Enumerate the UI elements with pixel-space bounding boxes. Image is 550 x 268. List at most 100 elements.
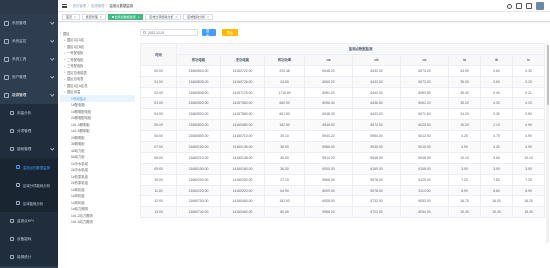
value-cell: 14157560.00: [220, 108, 265, 121]
close-icon[interactable]: ×: [207, 15, 209, 19]
value-cell: 36.30: [264, 162, 305, 175]
value-cell: 7.80: [480, 173, 513, 186]
value-cell: 3.30: [480, 141, 513, 153]
value-cell: 8.90: [448, 184, 481, 197]
value-cell: 14160722.00: [220, 64, 265, 77]
tags-view-bar: 首页 × 能源管理 × 监测点数据监测 × 区域分项能耗分析 × 区域能耗分析 ×: [58, 12, 550, 22]
sidebar-subitem[interactable]: 分项管理: [0, 122, 58, 140]
search-icon[interactable]: [507, 3, 512, 9]
value-cell: 3.90: [511, 141, 546, 153]
value-cell: 6432.00: [352, 64, 401, 77]
breadcrumb-item[interactable]: 能源管理: [91, 4, 105, 8]
value-cell: 0.60: [480, 64, 513, 77]
value-cell: 21660800.00: [176, 130, 221, 143]
value-cell: 6048.00: [400, 151, 449, 164]
value-cell: 15.20: [448, 119, 481, 132]
value-cell: 16.00: [480, 195, 513, 208]
tree-node-label: 园区测温: [67, 90, 81, 95]
sidebar-item-label: 分项管理: [17, 128, 32, 133]
chevron-down-icon: [49, 38, 54, 43]
value-cell: 1716.60: [264, 86, 305, 99]
tag-item[interactable]: 区域能耗分析 ×: [183, 13, 213, 20]
tree-node-label: 1#热泵机组: [71, 174, 88, 179]
sidebar-item[interactable]: 能源管理: [0, 86, 58, 104]
value-cell: 35.40: [448, 86, 481, 99]
fullscreen-icon[interactable]: [516, 3, 522, 9]
tag-item[interactable]: 区域分项能耗分析 ×: [145, 13, 182, 20]
font-size-icon[interactable]: [526, 3, 532, 9]
value-cell: 21660220.00: [176, 184, 221, 197]
close-icon[interactable]: ×: [138, 15, 140, 19]
sidebar-item-label: 监测点KPI: [17, 218, 34, 223]
table-row: 07:00 21660160.00 14160136.00 38.90 5986.00 5…: [140, 141, 546, 153]
menu-icon: [16, 165, 20, 169]
value-cell: 6150.00: [352, 162, 401, 175]
hamburger-icon[interactable]: [62, 3, 67, 8]
value-cell: 3.90: [511, 162, 546, 175]
value-cell: 3.90: [480, 162, 513, 175]
table-row: 09:00 21660150.00 14160160.00 36.30 6000.20 6…: [140, 162, 546, 175]
tag-item[interactable]: 首页 ×: [62, 13, 80, 20]
close-icon[interactable]: ×: [100, 15, 102, 19]
value-cell: 6436.50: [352, 97, 401, 110]
value-cell: 5986.00: [304, 141, 353, 153]
value-cell: 6062.20: [400, 97, 449, 110]
tree-node-label: 1#1-B照明柜: [71, 129, 90, 134]
sidebar-item-label: 设备能耗: [17, 236, 32, 241]
sidebar-subitem[interactable]: 能耗管理: [0, 140, 58, 158]
export-button[interactable]: 导出: [222, 29, 238, 36]
sidebar-item-label: 能源统计: [17, 254, 32, 259]
sidebar-subitem[interactable]: 用量分析: [0, 104, 58, 122]
column-header: uc: [400, 53, 449, 66]
table-row: 06:00 21660800.00 14160710.00 35.10 5940.20 5…: [140, 130, 546, 143]
breadcrumb-item[interactable]: 首页管理: [73, 4, 87, 8]
value-cell: 64.90: [264, 184, 305, 197]
value-cell: 21660200.00: [176, 173, 221, 186]
scrollbar-thumb[interactable]: [546, 45, 549, 105]
close-icon[interactable]: ×: [74, 15, 76, 19]
tag-item[interactable]: 能源管理 ×: [81, 13, 106, 20]
tag-label: 区域分项能耗分析: [149, 14, 174, 19]
search-button[interactable]: 搜索: [202, 29, 216, 38]
time-cell: 00:00: [140, 64, 177, 77]
value-cell: 5978.00: [352, 184, 401, 197]
table-row: 10:00 21660200.00 14160200.00 27.10 5966.00 5…: [140, 173, 546, 186]
table-scrollbar[interactable]: [546, 43, 549, 243]
sidebar-subitem[interactable]: 能源统计: [0, 248, 58, 266]
time-cell: 13:00: [140, 206, 177, 219]
menu-icon: [16, 201, 20, 205]
close-icon[interactable]: ×: [175, 15, 177, 19]
tree-node-label: 一号配电柜: [67, 51, 84, 56]
sidebar-item[interactable]: 系统监控: [0, 32, 58, 50]
value-cell: 5940.20: [304, 130, 353, 143]
sidebar-item[interactable]: 系统管理: [0, 14, 58, 32]
value-cell: 6048.20: [304, 64, 353, 77]
menu-icon: [10, 111, 14, 115]
time-cell: 05:00: [140, 119, 177, 132]
value-cell: 34.90: [448, 64, 481, 77]
sidebar-subitem[interactable]: 监测点KPI: [0, 212, 58, 230]
sidebar-leaf[interactable]: 区域能耗分析: [0, 194, 58, 212]
column-header: ub: [352, 53, 401, 66]
sidebar-leaf[interactable]: 区域分项能耗分析: [0, 176, 58, 194]
value-cell: 6108.00: [400, 162, 449, 175]
date-value: 2022-12-01: [148, 30, 165, 35]
date-picker[interactable]: 2022-12-01: [140, 29, 198, 36]
tree-node-label: 1号测温点: [71, 96, 87, 101]
sidebar-subitem[interactable]: 设备能耗: [0, 230, 58, 248]
value-cell: 14160200.00: [220, 173, 265, 186]
tag-item[interactable]: 监测点数据监测 ×: [107, 13, 144, 20]
sidebar-leaf[interactable]: 监测点的数据监测: [0, 158, 58, 176]
value-cell: 6071.60: [400, 108, 449, 121]
sidebar-item[interactable]: 用户管理: [0, 68, 58, 86]
value-cell: 6015.00: [400, 141, 449, 153]
avatar[interactable]: [536, 2, 544, 10]
value-cell: 27.10: [264, 173, 305, 186]
value-cell: 6433.00: [352, 108, 401, 121]
tree-node[interactable]: 1#1-3动力照明: [60, 219, 135, 226]
menu-icon: [4, 56, 9, 62]
menu-icon: [10, 129, 14, 133]
value-cell: 6056.30: [304, 97, 353, 110]
sidebar-item[interactable]: 系统工具: [0, 50, 58, 68]
tree-node-label: 3#照明柜: [71, 142, 85, 147]
